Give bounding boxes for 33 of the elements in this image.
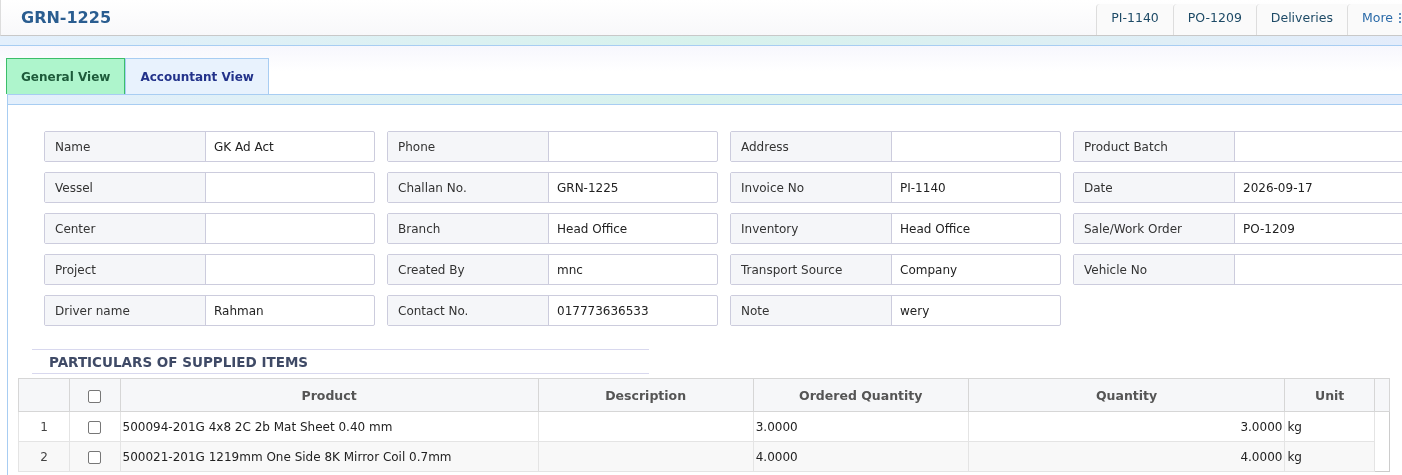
tab[interactable]: Accountant View bbox=[125, 58, 269, 94]
checkbox[interactable] bbox=[88, 389, 102, 403]
field-label: Center bbox=[45, 214, 206, 243]
checkbox[interactable] bbox=[88, 420, 102, 434]
tab[interactable]: General View bbox=[6, 58, 126, 94]
table-cell: 500094-201G 4x8 2C 2b Mat Sheet 0.40 mm bbox=[120, 411, 539, 442]
column-header: Product bbox=[120, 378, 539, 412]
column-header: Ordered Quantity bbox=[753, 378, 969, 412]
field-label: Vessel bbox=[45, 173, 206, 202]
more-menu-button[interactable]: More bbox=[1347, 4, 1402, 35]
table-cell: 4.0000 bbox=[753, 441, 969, 472]
header-link[interactable]: PO-1209 bbox=[1172, 4, 1256, 35]
table-cell: kg bbox=[1284, 441, 1375, 472]
header-link[interactable]: PI-1140 bbox=[1096, 4, 1173, 35]
header-link[interactable]: Deliveries bbox=[1255, 4, 1347, 35]
column-header: Description bbox=[538, 378, 754, 412]
row-number: 1 bbox=[18, 411, 70, 442]
table-cell: kg bbox=[1284, 411, 1375, 442]
table-cell: 4.0000 bbox=[968, 441, 1285, 472]
table-cell: 500021-201G 1219mm One Side 8K Mirror Coil 0.7mm bbox=[120, 441, 539, 472]
section-title: PARTICULARS OF SUPPLIED ITEMS bbox=[32, 349, 649, 374]
field-label: Phone bbox=[388, 132, 549, 161]
column-header: Quantity bbox=[968, 378, 1285, 412]
field-label: Project bbox=[45, 255, 206, 284]
table-cell: 3.0000 bbox=[968, 411, 1285, 442]
table-cell: 3.0000 bbox=[753, 411, 969, 442]
field-label: Vehicle No bbox=[1074, 255, 1235, 284]
page-title: GRN-1225 bbox=[20, 8, 111, 27]
row-number: 2 bbox=[18, 441, 70, 472]
field-label: Address bbox=[731, 132, 892, 161]
checkbox[interactable] bbox=[88, 450, 102, 464]
field-label: Product Batch bbox=[1074, 132, 1235, 161]
column-header: Unit bbox=[1284, 378, 1375, 412]
